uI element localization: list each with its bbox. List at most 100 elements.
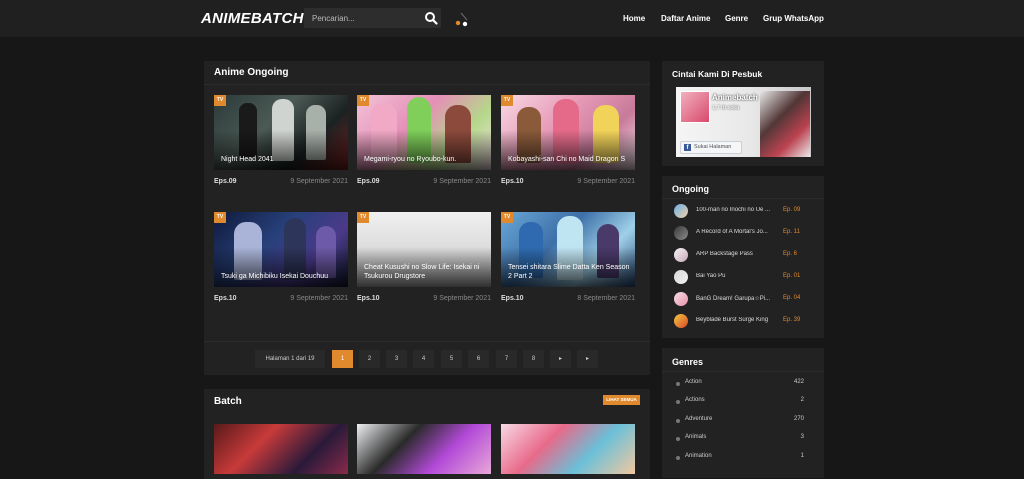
ongoing-item-episode: Ep. 09 [783,207,801,213]
anime-avatar [674,270,688,284]
genre-item[interactable]: Animals 3 [676,434,804,444]
bullet-icon [676,382,680,386]
genre-name[interactable]: Actions [685,397,705,403]
episode-label: Eps.10 [214,295,237,302]
page-button-7[interactable]: 7 [496,350,517,368]
ongoing-item[interactable]: A Record of A Mortal's Jo... Ep. 11 [674,226,809,240]
anime-avatar [674,204,688,218]
release-date: 9 September 2021 [290,178,348,185]
facebook-likes-count: 1,7 rb suka [712,105,740,111]
bullet-icon [676,456,680,460]
type-badge: TV [357,212,369,223]
genre-name[interactable]: Animals [685,434,706,440]
ongoing-item-name[interactable]: 100-man no Inochi no Ue ... [696,207,778,213]
genre-count: 3 [800,434,804,440]
batch-title: Batch [214,396,242,407]
view-all-button[interactable]: LIHAT SEMUA [603,395,640,405]
genre-item[interactable]: Adventure 270 [676,416,804,426]
ongoing-item[interactable]: ARP Backstage Pass Ep. 6 [674,248,809,262]
anime-title[interactable]: Kobayashi-san Chi no Maid Dragon S [508,155,631,164]
bullet-icon [676,437,680,441]
ongoing-item[interactable]: Beyblade Burst Surge King Ep. 39 [674,314,809,328]
facebook-like-label: Sukai Halaman [694,144,732,150]
anime-thumbnail[interactable]: TV Megami-ryou no Ryoubo-kun. [357,95,491,170]
anime-thumbnail[interactable]: TV Kobayashi-san Chi no Maid Dragon S [501,95,635,170]
anime-title[interactable]: Night Head 2041 [221,155,344,164]
ongoing-item[interactable]: BanG Dream! Garupa☆Pi... Ep. 04 [674,292,809,306]
genre-item[interactable]: Action 422 [676,379,804,389]
site-logo[interactable]: ANIMEBATCH [201,10,304,27]
genre-item[interactable]: Animation 1 [676,453,804,463]
type-badge: TV [501,212,513,223]
page-button-6[interactable]: 6 [468,350,489,368]
bullet-icon [676,400,680,404]
ongoing-item[interactable]: Bai Yao Pu Ep. 01 [674,270,809,284]
ongoing-item-name[interactable]: ARP Backstage Pass [696,251,778,257]
type-badge: TV [214,212,226,223]
anime-thumbnail[interactable]: TV Cheat Kusushi no Slow Life: Isekai ni… [357,212,491,287]
ongoing-item-name[interactable]: Beyblade Burst Surge King [696,317,778,323]
page-button-4[interactable]: 4 [413,350,434,368]
page-button-3[interactable]: 3 [386,350,407,368]
anime-title[interactable]: Tensei shitara Slime Datta Ken Season 2 … [508,263,631,281]
release-date: 9 September 2021 [433,178,491,185]
nav-whatsapp-group[interactable]: Grup WhatsApp [763,14,824,23]
type-badge: TV [501,95,513,106]
divider [662,198,824,199]
batch-thumbnail[interactable] [501,424,635,474]
anime-avatar [674,314,688,328]
page-button-2[interactable]: 2 [359,350,380,368]
anime-avatar [674,248,688,262]
last-page-button[interactable]: ▸ [577,350,598,368]
facebook-panel-title: Cintai Kami Di Pesbuk [672,69,763,79]
ongoing-item-name[interactable]: Bai Yao Pu [696,273,778,279]
page-button-5[interactable]: 5 [441,350,462,368]
type-badge: TV [214,95,226,106]
top-header: ANIMEBATCH Home Daftar Anime Genre Grup … [0,0,1024,37]
ongoing-panel-title: Ongoing [672,184,709,194]
anime-thumbnail[interactable]: TV Night Head 2041 [214,95,348,170]
facebook-icon: f [684,144,691,151]
anime-ongoing-title: Anime Ongoing [214,67,289,78]
ongoing-item[interactable]: 100-man no Inochi no Ue ... Ep. 09 [674,204,809,218]
nav-genre[interactable]: Genre [725,14,748,23]
anime-thumbnail[interactable]: TV Tensei shitara Slime Datta Ken Season… [501,212,635,287]
episode-label: Eps.10 [501,178,524,185]
batch-thumbnail[interactable] [357,424,491,474]
pagination-info: Halaman 1 dari 19 [255,350,325,368]
page-button-8[interactable]: 8 [523,350,544,368]
genre-count: 2 [800,397,804,403]
search-input[interactable] [304,8,422,28]
release-date: 9 September 2021 [577,178,635,185]
facebook-page-widget[interactable]: Animebatch 1,7 rb suka f Sukai Halaman [676,87,811,157]
ongoing-item-name[interactable]: A Record of A Mortal's Jo... [696,229,778,235]
anime-title[interactable]: Tsuki ga Michibiku Isekai Douchuu [221,272,344,281]
theme-toggle-icon[interactable] [455,11,469,27]
ongoing-item-episode: Ep. 04 [783,295,801,301]
divider [204,341,650,342]
episode-label: Eps.10 [501,295,524,302]
batch-thumbnail[interactable] [214,424,348,474]
episode-label: Eps.09 [357,178,380,185]
episode-label: Eps.09 [214,178,237,185]
genre-name[interactable]: Animation [685,453,712,459]
facebook-page-name[interactable]: Animebatch [712,93,758,102]
next-page-button[interactable]: ▸ [550,350,571,368]
anime-title[interactable]: Megami-ryou no Ryoubo-kun. [364,155,487,164]
ongoing-item-name[interactable]: BanG Dream! Garupa☆Pi... [696,295,778,302]
genres-panel-title: Genres [672,357,704,367]
search-icon[interactable] [424,11,438,25]
divider [204,84,650,85]
anime-thumbnail[interactable]: TV Tsuki ga Michibiku Isekai Douchuu [214,212,348,287]
anime-avatar [674,226,688,240]
page-button-1[interactable]: 1 [332,350,353,368]
ongoing-item-episode: Ep. 39 [783,317,801,323]
genre-item[interactable]: Actions 2 [676,397,804,407]
nav-anime-list[interactable]: Daftar Anime [661,14,711,23]
type-badge: TV [357,95,369,106]
genre-name[interactable]: Action [685,379,702,385]
anime-title[interactable]: Cheat Kusushi no Slow Life: Isekai ni Ts… [364,263,487,281]
genre-name[interactable]: Adventure [685,416,712,422]
facebook-like-button[interactable]: f Sukai Halaman [680,141,742,154]
nav-home[interactable]: Home [623,14,645,23]
